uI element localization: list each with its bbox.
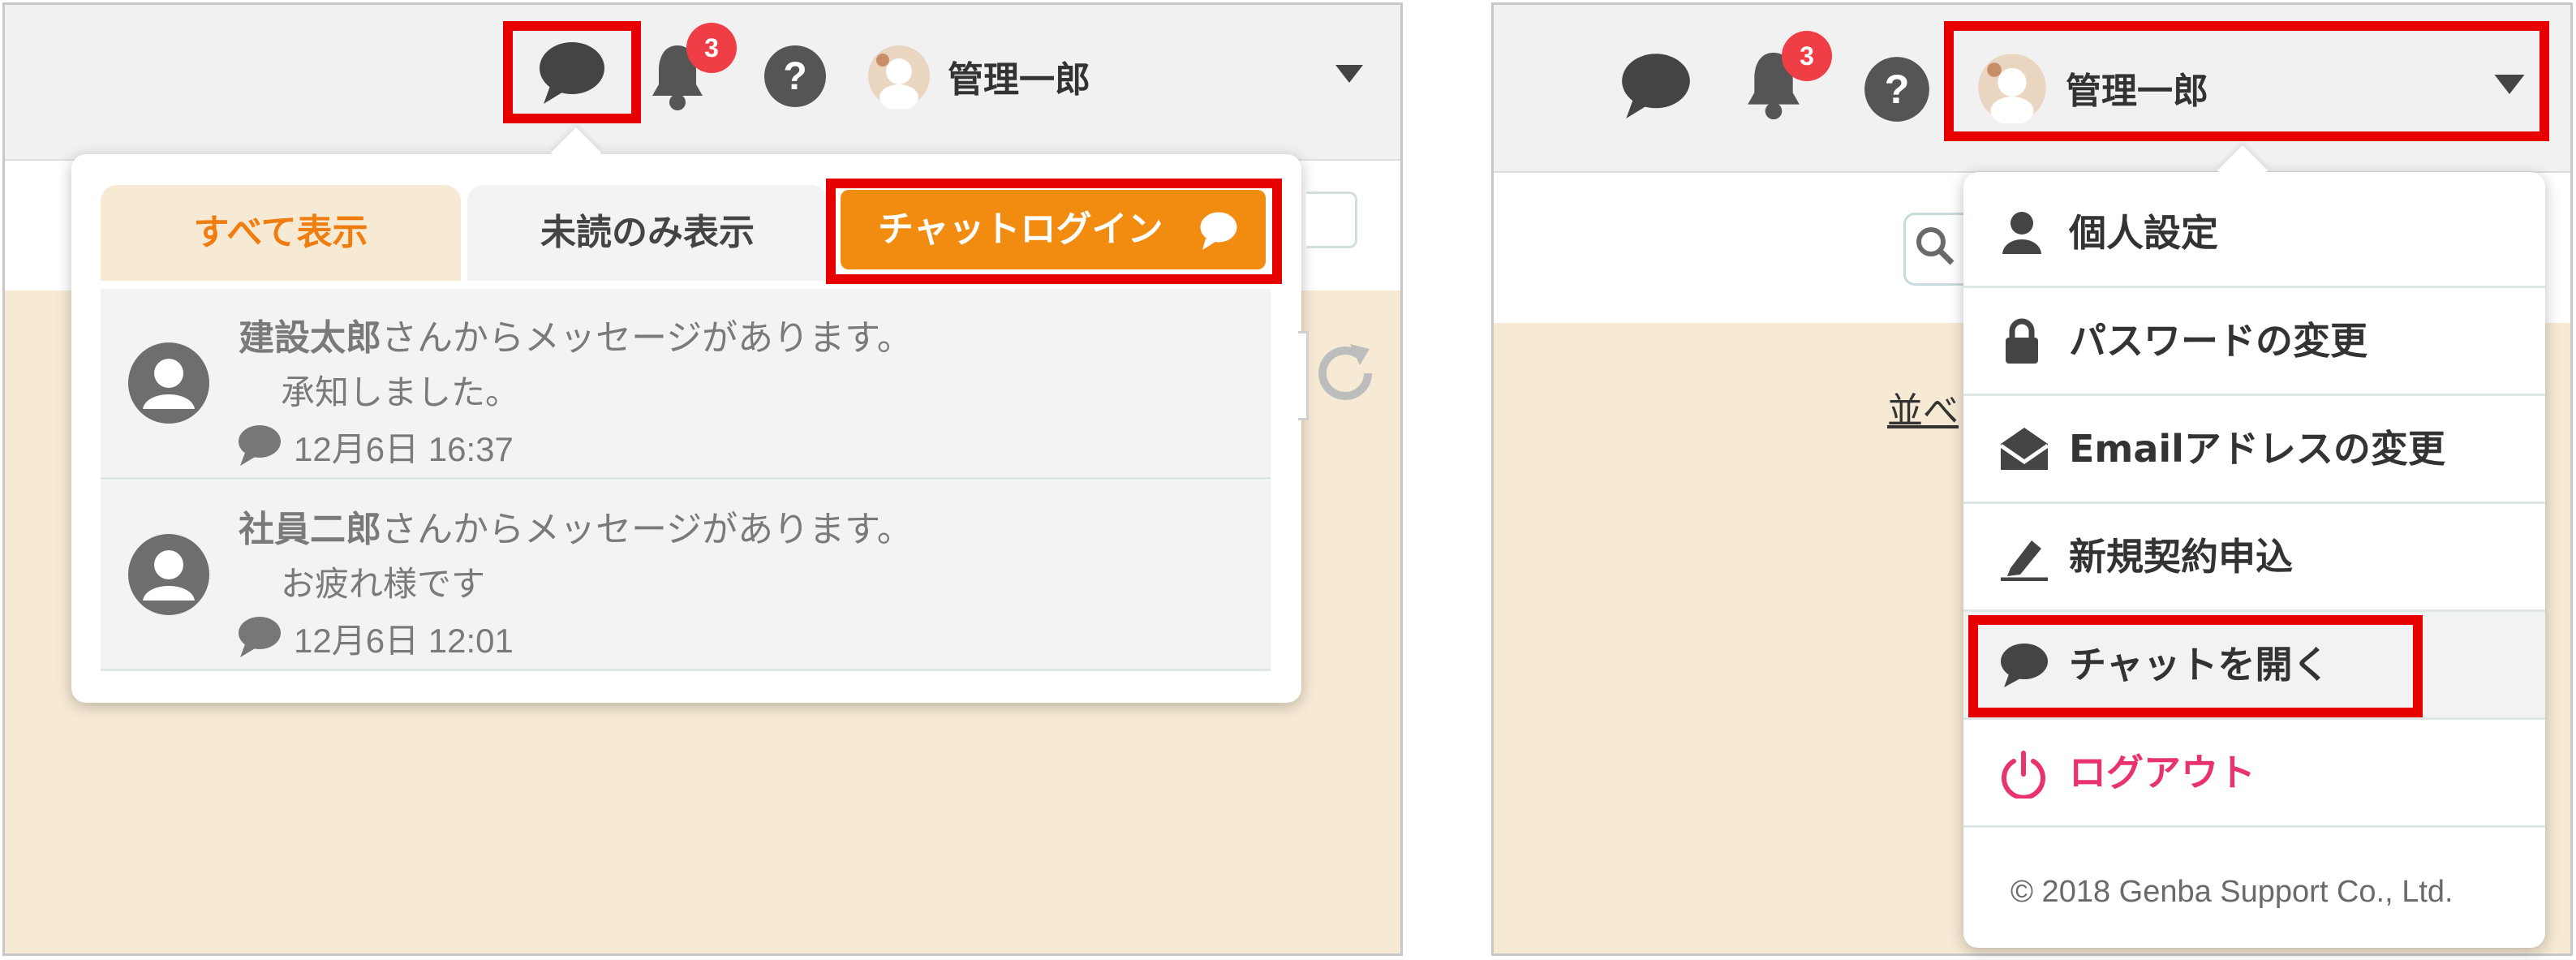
help-icon[interactable]: ?: [1863, 55, 1931, 123]
chat-icon[interactable]: [1619, 50, 1692, 120]
chevron-down-icon[interactable]: [2494, 75, 2525, 94]
envelope-icon: [1999, 428, 2049, 470]
menu-item-profile[interactable]: 個人設定: [1963, 180, 2545, 288]
power-icon: [2002, 751, 2045, 799]
select-edge[interactable]: [1298, 331, 1309, 420]
help-icon[interactable]: ?: [763, 44, 828, 109]
list-item[interactable]: 社員二郎さんからメッセージがあります。 お疲れ様です 12月6日 12:01: [101, 480, 1271, 671]
message-body: 承知しました。: [281, 372, 520, 412]
menu-label: 個人設定: [2069, 211, 2218, 255]
pen-icon: [2001, 540, 2048, 581]
message-time: 12月6日 16:37: [294, 430, 514, 468]
avatar: [1978, 54, 2046, 123]
message-header: 社員二郎さんからメッセージがあります。: [239, 500, 913, 552]
chevron-down-icon[interactable]: [1335, 65, 1363, 83]
message-header: 建設太郎さんからメッセージがあります。: [239, 308, 913, 360]
search-input-edge[interactable]: [1306, 192, 1357, 248]
message-suffix: さんからメッセージがあります。: [381, 317, 913, 359]
user-avatar-icon: [128, 534, 209, 615]
chat-login-label: チャットログイン: [878, 209, 1163, 250]
menu-item-new-contract[interactable]: 新規契約申込: [1963, 504, 2545, 612]
message-suffix: さんからメッセージがあります。: [381, 509, 913, 550]
message-body: お疲れ様です: [281, 564, 486, 604]
menu-label: Emailアドレスの変更: [2069, 427, 2445, 471]
avatar: [868, 45, 930, 109]
lock-icon: [2006, 318, 2038, 364]
chat-icon: [239, 425, 281, 466]
sender-name: 建設太郎: [239, 317, 381, 359]
sort-label: 並べ: [1887, 390, 1959, 432]
user-name[interactable]: 管理一郎: [948, 50, 1090, 102]
menu-label: パスワードの変更: [2069, 319, 2367, 363]
tab-show-all[interactable]: すべて表示: [101, 185, 461, 281]
notification-badge: 3: [686, 23, 737, 73]
menu-item-logout[interactable]: ログアウト: [1963, 720, 2545, 828]
search-icon: [1916, 227, 1955, 265]
user-avatar-icon: [128, 342, 209, 424]
chat-icon: [239, 617, 281, 657]
sender-name: 社員二郎: [239, 509, 381, 550]
user-name[interactable]: 管理一郎: [2066, 62, 2208, 114]
menu-label: 新規契約申込: [2069, 535, 2293, 579]
menu-item-email[interactable]: Emailアドレスの変更: [1963, 396, 2545, 504]
chat-login-button[interactable]: チャットログイン: [841, 190, 1266, 269]
person-icon: [2002, 212, 2041, 254]
svg-text:?: ?: [1885, 66, 1910, 112]
notification-badge: 3: [1782, 31, 1832, 81]
chat-bubble-icon: [1198, 209, 1240, 250]
tab-show-unread[interactable]: 未読のみ表示: [467, 185, 828, 281]
chat-icon[interactable]: [537, 39, 607, 105]
highlight-frame: [1968, 615, 2423, 717]
copyright-text: © 2018 Genba Support Co., Ltd.: [2010, 875, 2453, 909]
menu-item-password[interactable]: パスワードの変更: [1963, 288, 2545, 396]
message-time: 12月6日 12:01: [294, 622, 514, 660]
svg-text:?: ?: [783, 55, 806, 98]
menu-label: ログアウト: [2069, 751, 2256, 794]
list-item[interactable]: 建設太郎さんからメッセージがあります。 承知しました。 12月6日 16:37: [101, 289, 1271, 480]
refresh-icon[interactable]: [1311, 339, 1379, 407]
